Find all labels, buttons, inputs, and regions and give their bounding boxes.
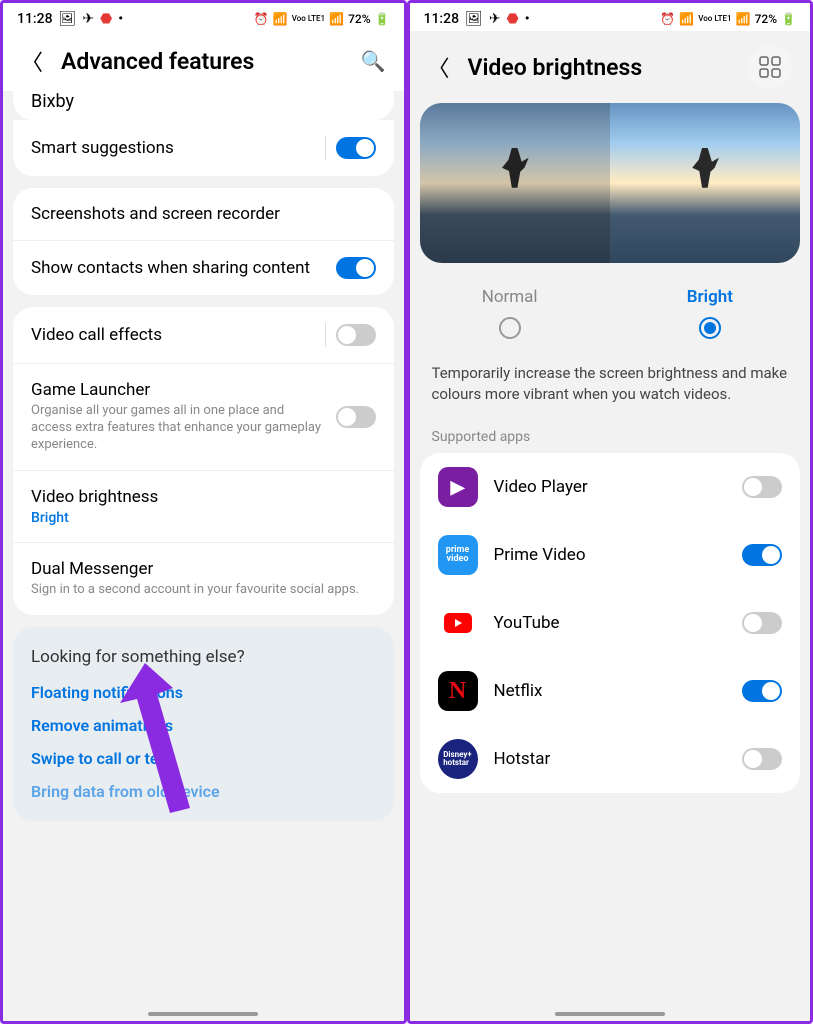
signal-icon: 📶 [736,12,751,26]
gesture-bar[interactable] [148,1012,258,1016]
back-icon[interactable]: 〈 [21,45,43,77]
send-icon: ✈ [489,11,501,27]
alarm-icon: ⏰ [660,12,675,26]
row-video-call[interactable]: Video call effects [13,307,394,364]
toggle-show-contacts[interactable] [336,257,376,279]
apps-grid-icon[interactable] [748,45,792,89]
app-row-hotstar[interactable]: Disney+hotstar Hotstar [420,725,801,793]
header-r: 〈 Video brightness [410,31,811,103]
help-link-swipe[interactable]: Swipe to call or text [31,749,376,768]
row-dual-messenger[interactable]: Dual Messenger Sign in to a second accou… [13,543,394,615]
phone-right: 11:28 🖼 ✈ ⬣ • ⏰ 📶 Voo LTE1 📶 72% 🔋 〈 Vid… [407,0,813,1024]
wifi-icon: 📶 [273,12,288,26]
status-bar-r: 11:28 🖼 ✈ ⬣ • ⏰ 📶 Voo LTE1 📶 72% 🔋 [410,3,811,31]
video-player-icon: ▶ [438,467,478,507]
app-row-youtube[interactable]: YouTube [420,589,801,657]
status-time: 11:28 [17,11,53,27]
row-game-launcher[interactable]: Game Launcher Organise all your games al… [13,364,394,471]
radio-normal[interactable]: Normal [410,287,610,339]
toggle-video-call[interactable] [336,324,376,346]
dot-icon: • [525,11,530,27]
status-time-r: 11:28 [424,11,460,27]
gallery-icon: 🖼 [59,11,77,27]
apps-card: ▶ Video Player primevideo Prime Video Yo… [420,453,801,793]
prime-video-icon: primevideo [438,535,478,575]
badge-icon: ⬣ [507,11,519,27]
help-link-floating[interactable]: Floating notifications [31,683,376,702]
help-link-animations[interactable]: Remove animations [31,716,376,735]
network-label: Voo LTE1 [292,15,325,23]
app-row-prime-video[interactable]: primevideo Prime Video [420,521,801,589]
preview-normal [420,103,610,263]
hotstar-icon: Disney+hotstar [438,739,478,779]
toggle-game-launcher[interactable] [336,406,376,428]
dot-icon: • [118,11,123,27]
help-card: Looking for something else? Floating not… [13,627,394,821]
row-show-contacts[interactable]: Show contacts when sharing content [13,241,394,295]
network-label: Voo LTE1 [698,15,731,23]
toggle-hotstar[interactable] [742,748,782,770]
status-bar: 11:28 🖼 ✈ ⬣ • ⏰ 📶 Voo LTE1 📶 72% 🔋 [3,3,404,31]
page-title: Advanced features [61,48,343,75]
netflix-icon: N [438,671,478,711]
help-link-bring-data[interactable]: Bring data from old device [31,782,376,801]
back-icon[interactable]: 〈 [428,51,450,83]
preview-image [420,103,801,263]
row-screenshots[interactable]: Screenshots and screen recorder [13,188,394,241]
toggle-smart-suggestions[interactable] [336,137,376,159]
help-title: Looking for something else? [31,647,376,667]
row-video-brightness[interactable]: Video brightness Bright [13,471,394,543]
description: Temporarily increase the screen brightne… [410,355,811,429]
brightness-mode-radio: Normal Bright [410,275,811,355]
app-row-video-player[interactable]: ▶ Video Player [420,453,801,521]
wifi-icon: 📶 [679,12,694,26]
radio-bright[interactable]: Bright [610,287,810,339]
supported-apps-label: Supported apps [410,429,811,453]
battery-icon: 🔋 [781,12,796,26]
battery-label: 72% [755,12,777,26]
signal-icon: 📶 [329,12,344,26]
app-row-netflix[interactable]: N Netflix [420,657,801,725]
search-icon[interactable]: 🔍 [361,49,386,73]
alarm-icon: ⏰ [254,12,269,26]
gesture-bar[interactable] [555,1012,665,1016]
toggle-prime-video[interactable] [742,544,782,566]
phone-left: 11:28 🖼 ✈ ⬣ • ⏰ 📶 Voo LTE1 📶 72% 🔋 〈 Adv… [0,0,407,1024]
badge-icon: ⬣ [100,11,112,27]
toggle-netflix[interactable] [742,680,782,702]
row-smart-suggestions[interactable]: Smart suggestions [13,120,394,176]
preview-bright [610,103,800,263]
radio-icon [699,317,721,339]
battery-icon: 🔋 [375,12,390,26]
toggle-video-player[interactable] [742,476,782,498]
card-bixby[interactable]: Bixby [13,91,394,120]
header: 〈 Advanced features 🔍 [3,31,404,91]
radio-icon [499,317,521,339]
send-icon: ✈ [82,11,94,27]
youtube-icon [438,603,478,643]
gallery-icon: 🖼 [465,11,483,27]
toggle-youtube[interactable] [742,612,782,634]
battery-label: 72% [348,12,370,26]
page-title-r: Video brightness [468,54,730,81]
